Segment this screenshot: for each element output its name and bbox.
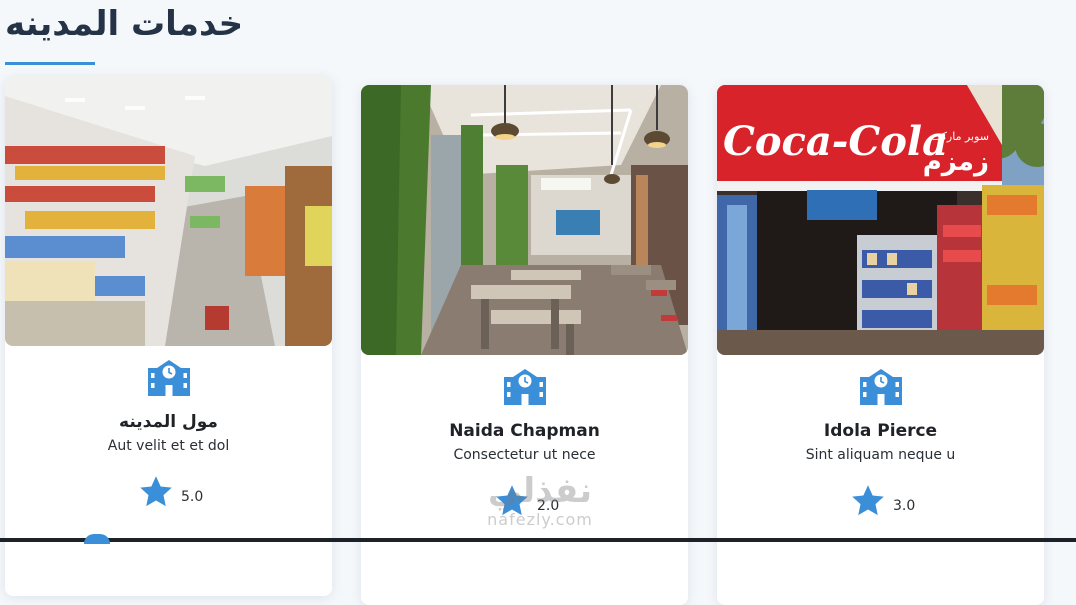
- star-icon: [496, 485, 528, 516]
- card-title: مول المدينه: [119, 412, 218, 432]
- scroll-indicator: [84, 534, 110, 544]
- title-underline: [5, 62, 95, 65]
- card-description: Consectetur ut nece: [453, 447, 596, 463]
- store-sign-arabic-small: سوبر ماركت: [931, 130, 989, 143]
- section-title: خدمات المدينه: [5, 4, 244, 44]
- card-description: Aut velit et et dol: [107, 438, 230, 454]
- store-sign-arabic: زمزم: [923, 147, 989, 177]
- rating-value: 3.0: [893, 498, 916, 514]
- service-card[interactable]: Naida Chapman Consectetur ut nece 2.0: [361, 85, 688, 605]
- card-image-storefront[interactable]: Coca-Cola سوبر ماركت زمزم: [717, 85, 1044, 355]
- star-icon: [140, 476, 172, 507]
- rating-value: 2.0: [537, 498, 560, 514]
- card-title: Naida Chapman: [449, 421, 600, 441]
- school-building-icon: [858, 367, 904, 407]
- school-building-icon: [502, 367, 548, 407]
- store-sign-brand: Coca-Cola: [723, 118, 948, 165]
- page-bottom-bar: [0, 538, 1076, 542]
- card-image-supermarket[interactable]: [5, 76, 332, 346]
- service-card[interactable]: Coca-Cola سوبر ماركت زمزم Idola Pierce S…: [717, 85, 1044, 605]
- card-image-cafe[interactable]: [361, 85, 688, 355]
- school-building-icon: [146, 358, 192, 398]
- card-title: Idola Pierce: [823, 421, 938, 441]
- star-icon: [852, 485, 884, 516]
- rating-value: 5.0: [181, 489, 204, 505]
- service-card[interactable]: مول المدينه Aut velit et et dol 5.0: [5, 76, 332, 596]
- card-description: Sint aliquam neque u: [805, 447, 956, 463]
